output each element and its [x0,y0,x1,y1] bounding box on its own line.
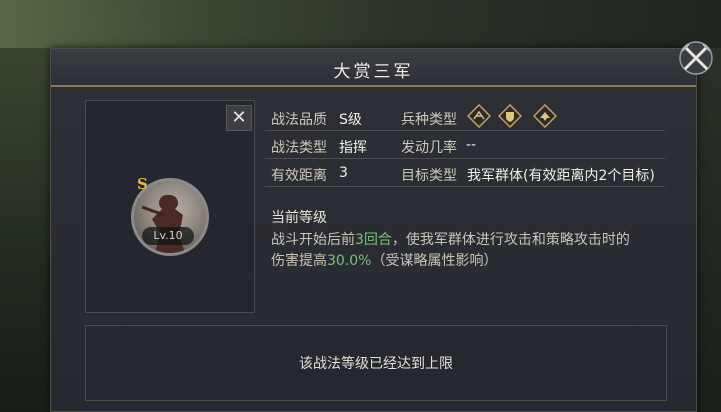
dialog-title-bar: 大赏三军 [51,49,696,87]
background-top [0,0,721,48]
trigger-chance-label: 发动几率 [401,140,457,156]
shield-icon [498,104,522,128]
grade-badge: S [137,175,148,193]
dialog-title: 大赏三军 [333,62,414,82]
trigger-chance-value: -- [466,137,477,153]
desc-text: 战斗开始后前 [271,232,355,248]
range-value: 3 [339,165,348,181]
crossed-swords-close-icon [679,41,713,75]
target-type-value: 我军群体(有效距离内2个目标) [467,168,655,184]
desc-text: ，使我军群体进行攻击和策略攻击时的 [391,232,630,248]
quality-label: 战法品质 [271,112,327,128]
tactic-type-label: 战法类型 [271,140,327,156]
divider [265,158,665,159]
current-level-title: 当前等级 [271,210,327,226]
quality-value: S级 [339,112,362,128]
range-label: 有效距离 [271,168,327,184]
troop-type-label: 兵种类型 [401,112,457,128]
desc-text: （受谋略属性影响） [371,253,498,269]
upgrade-status-box: 该战法等级已经达到上限 [85,325,667,401]
cavalry-icon [467,104,491,128]
level-description-line2: 伤害提高30.0%（受谋略属性影响） [271,250,497,270]
target-type-label: 目标类型 [401,168,457,184]
level-description-line1: 战斗开始后前3回合，使我军群体进行攻击和策略攻击时的 [271,229,630,249]
background-right [697,48,721,412]
background-left [0,48,50,412]
desc-rounds: 3回合 [355,232,392,248]
level-badge: Lv.10 [142,227,194,245]
unequip-button[interactable]: ✕ [226,105,252,131]
close-icon: ✕ [231,107,247,128]
max-level-message: 该战法等级已经达到上限 [299,356,453,372]
archer-icon [533,104,557,128]
tactic-card: ✕ [85,100,255,313]
close-dialog-button[interactable] [676,38,716,78]
divider [265,186,665,187]
desc-text: 伤害提高 [271,253,327,269]
tactic-type-value: 指挥 [339,140,367,156]
desc-percent: 30.0% [327,253,372,269]
divider [265,130,665,131]
